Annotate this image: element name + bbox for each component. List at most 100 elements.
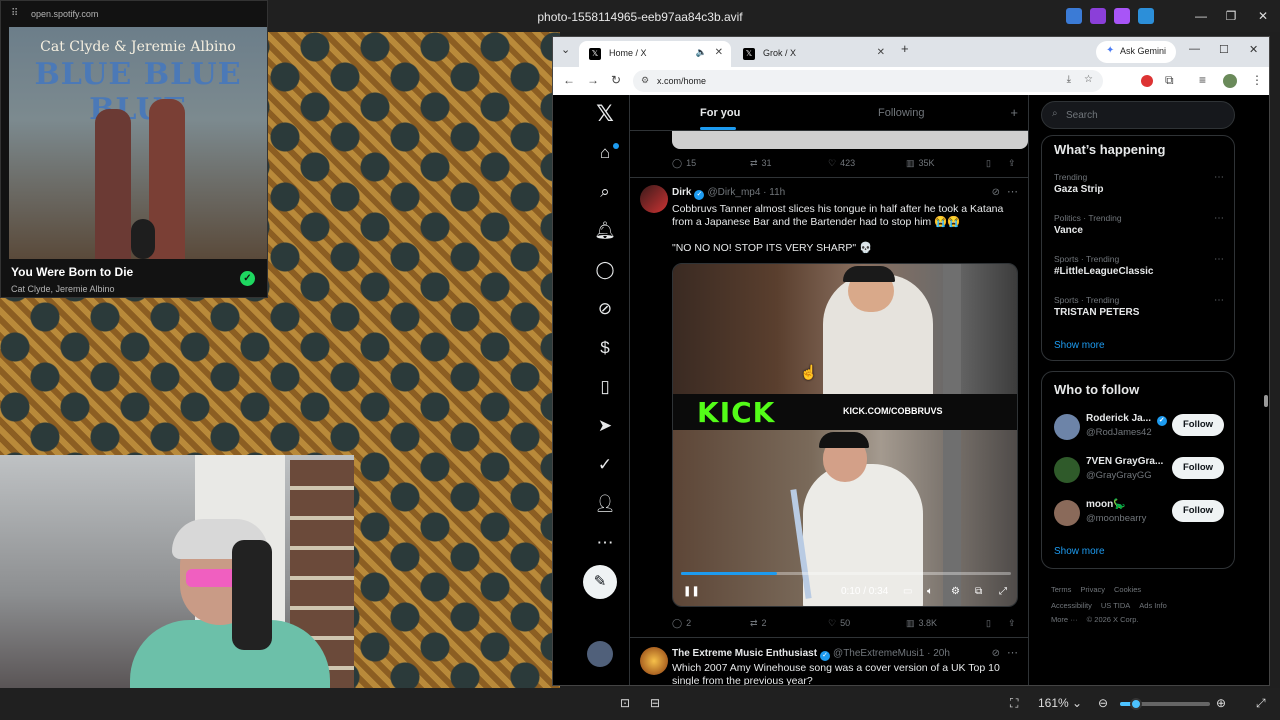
follow-account-handle[interactable]: @GrayGrayGG (1086, 470, 1152, 481)
minimize-button[interactable]: — (1186, 6, 1216, 26)
messages-icon[interactable]: ◯ (589, 254, 621, 286)
extensions-icon[interactable]: ⧉ (1165, 73, 1174, 88)
video-player[interactable]: KICK KICK.COM/COBBRUVS ❚❚ 0:10 / 0:34 ▭ … (672, 263, 1018, 607)
views-button[interactable]: ▥ 3.8K (906, 618, 937, 629)
add-feed-icon[interactable]: + (1010, 105, 1018, 120)
post-author-handle[interactable]: @TheExtremeMusi1 (833, 648, 924, 659)
address-bar[interactable]: ⚙ x.com/home ⤓ ☆ (633, 70, 1103, 92)
footer-link-ads-info[interactable]: Ads Info (1139, 601, 1167, 610)
browser-minimize-button[interactable]: — (1189, 43, 1200, 55)
follow-button[interactable]: Follow (1172, 414, 1224, 436)
adblock-icon[interactable] (1141, 75, 1153, 87)
footer-link-us-tida[interactable]: US TIDA (1101, 601, 1130, 610)
bookmark-star-icon[interactable]: ☆ (1084, 74, 1093, 85)
avatar[interactable] (1054, 414, 1080, 440)
volume-icon[interactable]: 🔈︎ (927, 586, 933, 597)
bookmarks-icon[interactable]: ▯ (589, 371, 621, 403)
compose-post-button[interactable]: ✎ (583, 565, 617, 599)
close-tab-icon[interactable]: ✕ (877, 47, 885, 58)
site-info-icon[interactable]: ⚙ (641, 75, 649, 86)
post-time[interactable]: 11h (769, 187, 785, 198)
post-more-icon[interactable]: ⋯ (1007, 646, 1018, 659)
tab-grok-x[interactable]: 𝕏 Grok / X ✕ (733, 41, 893, 67)
trend-name[interactable]: Gaza Strip (1054, 184, 1103, 195)
post-time[interactable]: 20h (933, 648, 950, 659)
track-artists[interactable]: Cat Clyde, Jeremie Albino (11, 284, 115, 294)
follow-button[interactable]: Follow (1172, 500, 1224, 522)
trend-more-icon[interactable]: ⋯ (1214, 295, 1224, 306)
verified-orgs-icon[interactable]: ✓ (589, 449, 621, 481)
profile-icon[interactable]: 👤︎ (589, 488, 621, 520)
footer-link-accessibility[interactable]: Accessibility (1051, 601, 1092, 610)
scrollbar-thumb[interactable] (1264, 395, 1268, 407)
search-input[interactable]: ⌕ Search (1041, 101, 1235, 129)
post-author-name[interactable]: Dirk (672, 187, 691, 198)
zoom-dropdown-icon[interactable]: ⌄ (1072, 696, 1082, 710)
avatar[interactable] (1054, 457, 1080, 483)
picture-in-picture-icon[interactable]: ⧉ (975, 586, 982, 597)
grok-explain-icon[interactable]: ⊘ (992, 187, 1000, 198)
account-avatar[interactable] (587, 641, 613, 667)
zoom-slider[interactable] (1120, 698, 1210, 710)
install-app-icon[interactable]: ⤓ (1067, 74, 1071, 85)
footer-link-terms[interactable]: Terms (1051, 585, 1071, 594)
crop-icon[interactable]: ⊡ (620, 696, 630, 710)
track-title[interactable]: You Were Born to Die (11, 265, 133, 279)
page-scrollbar[interactable] (1263, 95, 1269, 685)
previous-post-media[interactable] (672, 131, 1028, 149)
saved-check-icon[interactable]: ✓ (240, 271, 255, 286)
app-icon-3[interactable] (1114, 8, 1130, 24)
restore-button[interactable]: ❐ (1216, 6, 1246, 26)
zoom-in-icon[interactable]: ⊕ (1216, 696, 1226, 710)
notifications-bell-icon[interactable]: 🔔︎ (589, 215, 621, 247)
close-tab-icon[interactable]: ✕ (715, 47, 723, 58)
browser-maximize-button[interactable]: ☐ (1219, 43, 1229, 56)
pause-icon[interactable]: ❚❚ (683, 586, 700, 597)
app-icon-4[interactable] (1138, 8, 1154, 24)
trends-show-more-link[interactable]: Show more (1054, 340, 1105, 351)
trend-name[interactable]: #LittleLeagueClassic (1054, 266, 1153, 277)
grok-explain-icon[interactable]: ⊘ (992, 648, 1000, 659)
profile-avatar[interactable] (1223, 74, 1237, 88)
post-more-icon[interactable]: ⋯ (1007, 185, 1018, 198)
x-logo-icon[interactable]: 𝕏 (589, 99, 621, 131)
post-author-name[interactable]: The Extreme Music Enthusiast (672, 648, 817, 659)
forward-icon[interactable]: → (587, 73, 599, 87)
follow-button[interactable]: Follow (1172, 457, 1224, 479)
follow-show-more-link[interactable]: Show more (1054, 546, 1105, 557)
share-icon[interactable]: ⇪ (1008, 158, 1016, 169)
footer-link-cookies[interactable]: Cookies (1114, 585, 1141, 594)
new-tab-button[interactable]: + (901, 41, 909, 56)
communities-rocket-icon[interactable]: ➤ (589, 410, 621, 442)
grok-icon[interactable]: ⊘ (589, 293, 621, 325)
home-icon[interactable]: ⌂ (589, 137, 621, 169)
tab-search-icon[interactable]: ⌄ (561, 43, 570, 56)
repost-button[interactable]: ⇄ 2 (750, 618, 767, 629)
browser-menu-icon[interactable]: ⋮ (1251, 73, 1263, 87)
more-menu-icon[interactable]: ⋯ (589, 527, 621, 559)
media-controls-icon[interactable]: ≡ (1199, 73, 1206, 87)
footer-link-more[interactable]: More ··· (1051, 615, 1078, 624)
speaker-icon[interactable]: 🔈 (696, 47, 707, 58)
address-url[interactable]: x.com/home (657, 76, 706, 86)
tab-home-x[interactable]: 𝕏 Home / X 🔈 ✕ (579, 41, 731, 67)
like-button[interactable]: ♡ 423 (828, 158, 855, 169)
trend-more-icon[interactable]: ⋯ (1214, 254, 1224, 265)
reply-button[interactable]: ◯ 2 (672, 618, 691, 629)
fullscreen-icon[interactable]: ⤢ (999, 586, 1007, 597)
post-author-handle[interactable]: @Dirk_mp4 (707, 187, 760, 198)
like-button[interactable]: ♡ 50 (828, 618, 850, 629)
follow-account-name[interactable]: 7VEN GrayGra... (1086, 456, 1163, 467)
reload-icon[interactable]: ↻ (611, 73, 621, 87)
zoom-out-icon[interactable]: ⊖ (1098, 696, 1108, 710)
trend-name[interactable]: TRISTAN PETERS (1054, 307, 1139, 318)
footer-link-privacy[interactable]: Privacy (1080, 585, 1105, 594)
settings-gear-icon[interactable]: ⚙ (951, 586, 960, 597)
tab-following[interactable]: Following (878, 107, 924, 119)
repost-button[interactable]: ⇄ 31 (750, 158, 772, 169)
fit-to-window-icon[interactable]: ⛶ (1010, 696, 1018, 711)
follow-account-name[interactable]: Roderick Ja... ✓ (1086, 413, 1170, 426)
views-button[interactable]: ▥ 35K (906, 158, 935, 169)
trend-more-icon[interactable]: ⋯ (1214, 172, 1224, 183)
follow-account-name[interactable]: moon🦕 (1086, 499, 1126, 510)
